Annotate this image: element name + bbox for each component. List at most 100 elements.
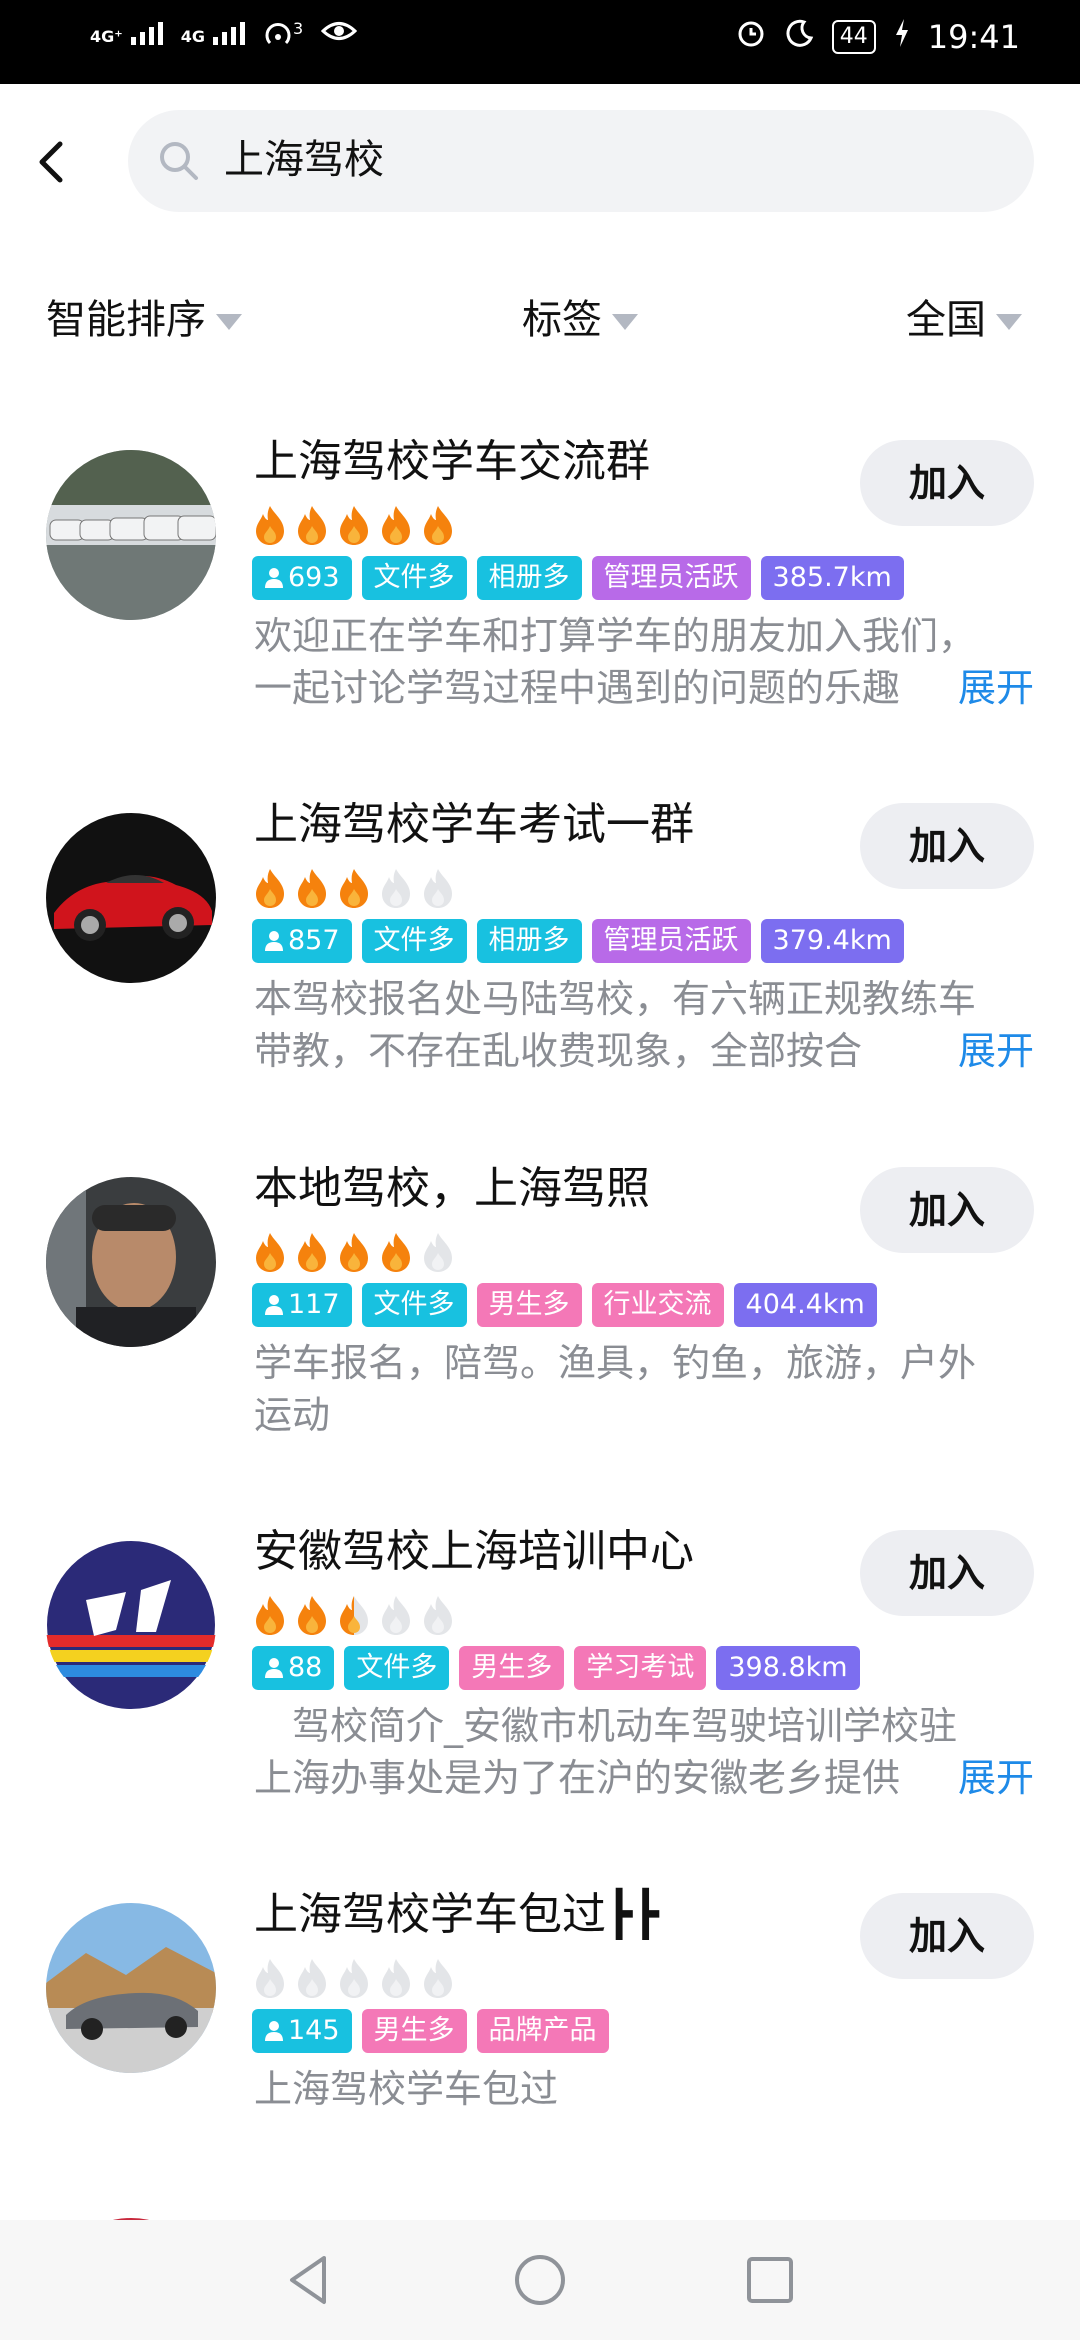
flame-icon xyxy=(420,1594,456,1640)
description-line: 欢迎正在学车和打算学车的朋友加入我们， xyxy=(254,614,977,658)
flame-icon xyxy=(336,867,372,913)
member-count-badge: 117 xyxy=(252,1283,352,1327)
group-tag: 398.8km xyxy=(716,1646,860,1690)
flame-icon xyxy=(378,1957,414,2003)
group-list-item[interactable]: 上海驾校学车包过┣┣ 145 男生多 品牌产品 上海驾校学车包过 加入 xyxy=(0,1863,1080,2183)
join-button[interactable]: 加入 xyxy=(860,803,1034,889)
group-title: 本地驾校，上海驾照 xyxy=(254,1163,650,1214)
group-tag: 文件多 xyxy=(344,1646,450,1690)
flame-icon xyxy=(378,1231,414,1277)
join-button[interactable]: 加入 xyxy=(860,1167,1034,1253)
expand-link[interactable]: 展开 xyxy=(913,1025,1034,1077)
flame-icon xyxy=(252,867,288,913)
flame-icon xyxy=(336,1231,372,1277)
region-filter[interactable]: 全国 xyxy=(906,292,1022,348)
back-button[interactable] xyxy=(24,128,84,198)
group-tags: 117 文件多 男生多 行业交流 404.4km xyxy=(252,1283,877,1327)
flame-icon xyxy=(252,504,288,550)
activity-rating xyxy=(252,1957,456,2003)
flame-icon xyxy=(420,1957,456,2003)
group-list-item[interactable]: 本地驾校，上海驾照 117 文件多 男生多 行业交流 404.4km 学车报名，陪驾。渔… xyxy=(0,1137,1080,1457)
description-line: 上海驾校学车包过 xyxy=(254,2067,559,2111)
flame-icon xyxy=(378,1594,414,1640)
cellular-signal-1-icon: 4G⁺ xyxy=(90,22,163,45)
description-line: 本驾校报名处马陆驾校，有六辆正规教练车 xyxy=(254,977,977,1021)
group-tag: 行业交流 xyxy=(591,1283,724,1327)
system-nav-bar xyxy=(0,2220,1080,2340)
nav-home-button[interactable] xyxy=(510,2250,570,2310)
search-header: 上海驾校 xyxy=(0,84,1080,224)
search-input[interactable]: 上海驾校 xyxy=(128,110,1034,212)
member-count: 117 xyxy=(288,1289,340,1320)
group-tag: 文件多 xyxy=(361,556,467,600)
network-type-2: 4G xyxy=(180,27,205,46)
tags-filter-label: 标签 xyxy=(522,297,602,343)
member-count-badge: 693 xyxy=(252,556,352,600)
group-list-item[interactable]: 安徽驾校上海培训中心 88 文件多 男生多 学习考试 398.8km 驾校简介_安徽市机… xyxy=(0,1500,1080,1820)
chevron-down-icon xyxy=(612,314,638,330)
tags-filter[interactable]: 标签 xyxy=(522,292,638,348)
group-tags: 88 文件多 男生多 学习考试 398.8km xyxy=(252,1646,860,1690)
activity-rating xyxy=(252,867,456,913)
nav-recents-button[interactable] xyxy=(740,2250,800,2310)
group-tag: 385.7km xyxy=(760,556,904,600)
group-tags: 145 男生多 品牌产品 xyxy=(252,2009,609,2053)
eye-icon xyxy=(320,18,358,49)
triangle-back-icon xyxy=(290,2256,326,2304)
flame-icon xyxy=(336,1594,372,1640)
person-icon xyxy=(264,559,284,603)
person-icon xyxy=(264,1649,284,1693)
join-button[interactable]: 加入 xyxy=(860,1893,1034,1979)
charging-icon xyxy=(894,18,910,56)
status-bar: 4G⁺ 4G 3 44 19:41 xyxy=(0,0,1080,84)
flame-icon xyxy=(252,1231,288,1277)
chevron-down-icon xyxy=(216,314,242,330)
flame-icon xyxy=(252,1957,288,2003)
activity-rating xyxy=(252,504,456,550)
group-tag: 404.4km xyxy=(733,1283,877,1327)
hotspot-count: 3 xyxy=(292,18,304,38)
network-type-1: 4G⁺ xyxy=(90,27,123,46)
group-tag: 相册多 xyxy=(476,919,582,963)
flame-icon xyxy=(420,504,456,550)
alarm-icon xyxy=(736,18,766,56)
group-list-item[interactable]: 上海驾校学车考试一群 857 文件多 相册多 管理员活跃 379.4km 本驾校报名处马… xyxy=(0,773,1080,1093)
group-list-item[interactable]: 上海驾校学车交流群 693 文件多 相册多 管理员活跃 385.7km 欢迎正在学车和打… xyxy=(0,410,1080,730)
join-button[interactable]: 加入 xyxy=(860,440,1034,526)
circle-home-icon xyxy=(515,2255,565,2305)
group-tag: 管理员活跃 xyxy=(591,556,751,600)
activity-rating xyxy=(252,1231,456,1277)
nav-back-button[interactable] xyxy=(280,2250,340,2310)
group-tag: 男生多 xyxy=(459,1646,565,1690)
group-tag: 379.4km xyxy=(760,919,904,963)
group-tag: 男生多 xyxy=(476,1283,582,1327)
flame-icon xyxy=(294,504,330,550)
group-tag: 文件多 xyxy=(361,919,467,963)
group-tag: 管理员活跃 xyxy=(591,919,751,963)
clock-time: 19:41 xyxy=(927,18,1020,56)
avatar xyxy=(46,1540,216,1710)
group-description: 上海驾校学车包过 xyxy=(254,2063,1034,2115)
expand-link[interactable]: 展开 xyxy=(913,662,1034,714)
group-title: 上海驾校学车交流群 xyxy=(254,436,650,487)
sort-filter[interactable]: 智能排序 xyxy=(46,292,242,348)
back-arrow-icon xyxy=(39,141,63,183)
group-tag: 文件多 xyxy=(361,1283,467,1327)
avatar xyxy=(46,1177,216,1347)
member-count: 857 xyxy=(288,925,340,956)
join-button[interactable]: 加入 xyxy=(860,1530,1034,1616)
flame-icon xyxy=(378,504,414,550)
member-count-badge: 88 xyxy=(252,1646,335,1693)
group-tags: 857 文件多 相册多 管理员活跃 379.4km xyxy=(252,919,904,963)
avatar xyxy=(46,450,216,620)
square-recents-icon xyxy=(747,2257,793,2303)
avatar xyxy=(46,1903,216,2073)
member-count: 693 xyxy=(288,562,340,593)
member-count: 145 xyxy=(288,2015,340,2046)
group-tag: 相册多 xyxy=(476,556,582,600)
group-tag: 品牌产品 xyxy=(476,2009,609,2053)
description-line: 学车报名，陪驾。渔具，钓鱼，旅游，户外 xyxy=(254,1341,977,1385)
flame-icon xyxy=(420,1231,456,1277)
flame-icon xyxy=(294,1594,330,1640)
expand-link[interactable]: 展开 xyxy=(913,1752,1034,1804)
